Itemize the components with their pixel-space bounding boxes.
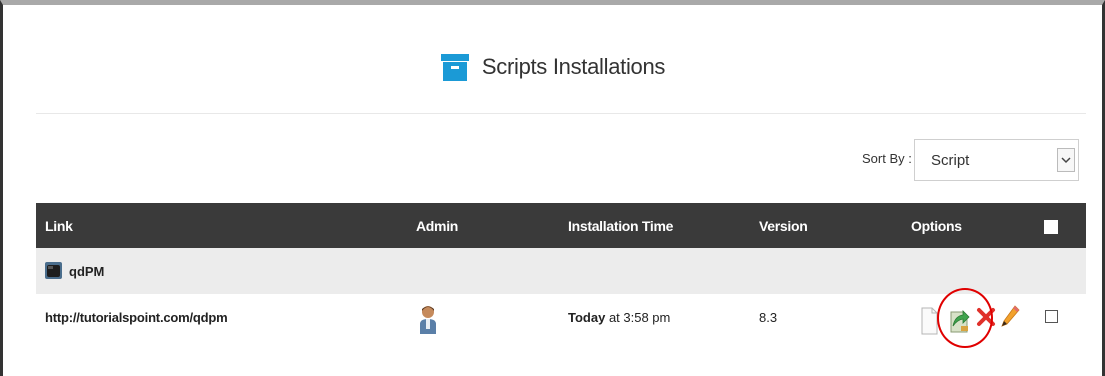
column-header-version[interactable]: Version — [759, 218, 808, 234]
table-row: http://tutorialspoint.com/qdpm Today at … — [36, 294, 1086, 376]
script-group-row: qdPM — [36, 248, 1086, 294]
divider — [36, 113, 1086, 114]
installation-link[interactable]: http://tutorialspoint.com/qdpm — [45, 310, 228, 325]
qdpm-app-icon — [45, 262, 62, 279]
column-header-installation-time[interactable]: Installation Time — [568, 218, 673, 234]
column-header-link[interactable]: Link — [45, 218, 73, 234]
page-title: Scripts Installations — [481, 54, 666, 79]
installation-version: 8.3 — [759, 310, 778, 325]
row-select-checkbox[interactable] — [1045, 310, 1058, 323]
column-header-options: Options — [911, 218, 962, 234]
script-group-name: qdPM — [69, 264, 105, 279]
upgrade-icon[interactable] — [947, 304, 971, 334]
select-all-checkbox[interactable] — [1044, 220, 1058, 234]
sort-by-value: Script — [931, 152, 970, 169]
archive-box-icon — [440, 52, 470, 82]
delete-icon[interactable] — [975, 306, 997, 328]
admin-user-icon[interactable] — [419, 304, 437, 336]
installation-time-day: Today — [568, 310, 606, 325]
sort-by-label: Sort By : — [862, 151, 912, 166]
sort-by-select[interactable]: Script — [914, 139, 1079, 181]
panel-title: Scripts Installations — [0, 52, 1105, 82]
table-header: Link Admin Installation Time Version Opt… — [36, 203, 1086, 248]
column-header-admin[interactable]: Admin — [416, 218, 458, 234]
installation-time-clock: at 3:58 pm — [605, 310, 671, 325]
edit-icon[interactable] — [999, 304, 1021, 330]
chevron-down-icon[interactable] — [1057, 148, 1075, 172]
installation-time: Today at 3:58 pm — [568, 310, 670, 325]
file-icon[interactable] — [920, 304, 940, 336]
